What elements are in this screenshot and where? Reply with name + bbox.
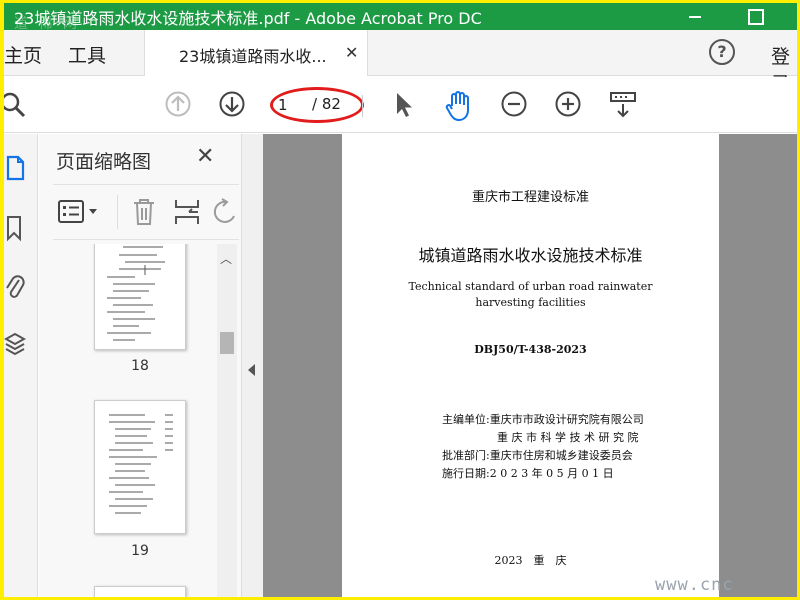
panel-tools-divider — [117, 195, 118, 229]
toolbar-divider — [362, 95, 363, 117]
zoom-in-icon[interactable] — [554, 90, 582, 118]
title-bar: 道 稀 网 23城镇道路雨水收水设施技术标准.pdf - Adobe Acrob… — [4, 3, 797, 32]
scrollbar-thumb[interactable] — [220, 332, 234, 354]
tab-document[interactable]: 23城镇道路雨水收... ✕ — [144, 30, 368, 76]
doc-code: DBJ50/T-438-2023 — [474, 343, 587, 356]
delete-page-icon[interactable] — [131, 197, 157, 227]
close-panel-icon[interactable]: ✕ — [196, 144, 214, 169]
collapse-arrow-icon[interactable] — [248, 364, 255, 376]
toolbar: / 82 — [4, 77, 797, 133]
thumbnail-page-19[interactable] — [94, 400, 186, 534]
insert-page-icon[interactable] — [173, 197, 201, 227]
zoom-out-icon[interactable] — [500, 90, 528, 118]
thumbnail-page-18[interactable] — [94, 244, 186, 350]
tab-home[interactable]: 主页 — [4, 41, 42, 68]
page-thumbnails-icon[interactable] — [4, 154, 26, 182]
document-viewport[interactable]: 重庆市工程建设标准 城镇道路雨水收水设施技术标准 Technical stand… — [263, 134, 797, 597]
prev-page-icon[interactable] — [164, 90, 192, 118]
tab-bar: 主页 工具 23城镇道路雨水收... ✕ ? 登录 — [4, 30, 797, 95]
thumbnail-content — [107, 246, 165, 341]
scroll-mode-icon[interactable] — [608, 90, 638, 120]
thumbnail-scrollbar[interactable]: ︿ — [217, 244, 237, 597]
thumbnail-number: 19 — [131, 543, 149, 559]
next-page-icon[interactable] — [218, 90, 246, 118]
tab-tools[interactable]: 工具 — [68, 41, 106, 68]
bookmark-icon[interactable] — [4, 214, 26, 242]
hand-tool-icon[interactable] — [444, 90, 474, 122]
layers-icon[interactable] — [4, 330, 26, 360]
search-icon[interactable] — [4, 90, 28, 118]
thumbnail-list: 18 19 — [53, 244, 217, 597]
doc-organization: 重庆市工程建设标准 — [471, 190, 589, 205]
doc-footer: 2023 重 庆 — [494, 554, 567, 567]
options-menu-icon[interactable] — [57, 199, 103, 225]
doc-meta-line: 施行日期:2 0 2 3 年 0 5 月 0 1 日 — [442, 467, 614, 480]
attachment-icon[interactable] — [4, 272, 26, 302]
panel-collapse-handle[interactable] — [241, 134, 263, 597]
rotate-page-icon[interactable] — [211, 198, 239, 226]
document-tab-label: 23城镇道路雨水收... — [179, 47, 327, 66]
thumbnail-panel: 页面缩略图 ✕ 18 19 ︿ — [39, 134, 241, 597]
thumbnail-page-next[interactable] — [94, 586, 186, 597]
highlight-ellipse — [270, 87, 364, 123]
doc-title: 城镇道路雨水收水设施技术标准 — [418, 246, 643, 265]
window-title: 23城镇道路雨水收水设施技术标准.pdf - Adobe Acrobat Pro… — [14, 9, 482, 28]
document-page: 重庆市工程建设标准 城镇道路雨水收水设施技术标准 Technical stand… — [342, 134, 719, 597]
thumbnail-content — [109, 414, 173, 514]
select-cursor-icon[interactable] — [392, 90, 416, 120]
help-icon[interactable]: ? — [709, 39, 735, 65]
thumbnail-number: 18 — [131, 358, 149, 374]
doc-title-english-line1: Technical standard of urban road rainwat… — [408, 280, 653, 293]
doc-meta-line: 批准部门:重庆市住房和城乡建设委员会 — [442, 449, 633, 462]
doc-meta-line: 主编单位:重庆市市政设计研究院有限公司 — [442, 413, 644, 426]
site-watermark: www.cnc — [655, 575, 734, 595]
left-rail — [4, 134, 38, 597]
app-window: 道 稀 网 23城镇道路雨水收水设施技术标准.pdf - Adobe Acrob… — [4, 3, 797, 597]
doc-meta-line: 重 庆 市 科 学 技 术 研 究 院 — [442, 431, 639, 444]
minimize-button[interactable] — [676, 3, 716, 30]
panel-tools — [53, 184, 239, 240]
panel-title: 页面缩略图 — [56, 151, 152, 173]
doc-title-english-line2: harvesting facilities — [475, 296, 586, 309]
maximize-button[interactable] — [734, 3, 774, 30]
close-tab-icon[interactable]: ✕ — [345, 43, 358, 62]
scroll-up-icon[interactable]: ︿ — [220, 250, 232, 267]
